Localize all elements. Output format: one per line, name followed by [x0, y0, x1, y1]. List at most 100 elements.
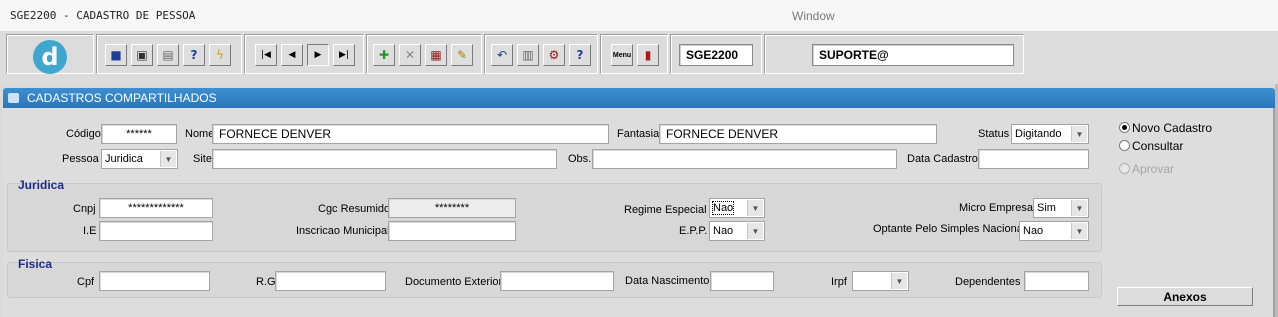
- last-record-icon[interactable]: ▶|: [333, 44, 355, 66]
- fisica-title: Fisica: [18, 257, 53, 271]
- cnpj-label: Cnpj: [73, 203, 96, 215]
- anexos-button[interactable]: Anexos: [1117, 287, 1253, 306]
- execute-query-icon[interactable]: ϟ: [209, 44, 231, 66]
- save-icon[interactable]: ■: [105, 44, 127, 66]
- aprovar-radio: [1119, 163, 1130, 174]
- tools-icon[interactable]: ⚙: [543, 44, 565, 66]
- chevron-down-icon[interactable]: ▼: [1071, 126, 1087, 142]
- user-field: SUPORTE@: [812, 44, 1014, 66]
- delete-record-icon[interactable]: ✕: [399, 44, 421, 66]
- module-code-field: SGE2200: [679, 44, 753, 66]
- toolbar-group-menu: Menu ▮: [600, 34, 668, 74]
- inscricao-municipal-label: Inscricao Municipal: [296, 225, 390, 237]
- rg-field[interactable]: [275, 271, 386, 291]
- novo-cadastro-label[interactable]: Novo Cadastro: [1132, 121, 1212, 135]
- data-cadastro-field[interactable]: [978, 149, 1089, 169]
- toolbar-logo-group: d: [6, 34, 94, 74]
- help-icon[interactable]: ?: [569, 44, 591, 66]
- novo-cadastro-radio[interactable]: [1119, 122, 1130, 133]
- chevron-down-icon[interactable]: ▼: [891, 273, 907, 289]
- regime-especial-label: Regime Especial: [624, 204, 707, 216]
- cnpj-field[interactable]: *************: [99, 198, 213, 218]
- status-label: Status: [978, 128, 1010, 140]
- list-values-icon[interactable]: ▥: [517, 44, 539, 66]
- chevron-down-icon[interactable]: ▼: [1071, 200, 1087, 216]
- toolbar-group-module: SGE2200: [670, 34, 762, 74]
- window-menu-label[interactable]: Window: [792, 9, 835, 23]
- data-nascimento-field[interactable]: [710, 271, 774, 291]
- pessoa-value: Juridica: [105, 153, 143, 165]
- documento-exterior-field[interactable]: [500, 271, 614, 291]
- chevron-down-icon[interactable]: ▼: [747, 200, 763, 216]
- micro-empresa-select[interactable]: Sim ▼: [1033, 198, 1089, 218]
- print-icon[interactable]: ▤: [157, 44, 179, 66]
- micro-empresa-label: Micro Empresa: [959, 202, 1033, 214]
- obs-label: Obs.: [568, 153, 592, 165]
- toolbar-group-user: SUPORTE@: [764, 34, 1024, 74]
- chevron-down-icon[interactable]: ▼: [160, 151, 176, 167]
- pessoa-label: Pessoa: [62, 153, 99, 165]
- epp-select[interactable]: Nao ▼: [709, 221, 765, 241]
- clear-form-icon[interactable]: ▦: [425, 44, 447, 66]
- juridica-title: Juridica: [18, 178, 65, 192]
- panel-title: CADASTROS COMPARTILHADOS: [27, 91, 217, 105]
- previous-record-icon[interactable]: ◀: [281, 44, 303, 66]
- ie-field[interactable]: [99, 221, 213, 241]
- consultar-radio[interactable]: [1119, 140, 1130, 151]
- epp-value: Nao: [713, 225, 734, 237]
- optante-simples-label: Optante Pelo Simples Nacional: [873, 223, 1026, 235]
- chevron-down-icon[interactable]: ▼: [1071, 223, 1087, 239]
- cgc-resumido-field: ********: [388, 198, 516, 218]
- nome-field[interactable]: FORNECE DENVER: [212, 124, 609, 144]
- undo-icon[interactable]: ↶: [491, 44, 513, 66]
- site-label: Site: [193, 153, 212, 165]
- menu-icon[interactable]: Menu: [611, 44, 633, 66]
- chevron-down-icon[interactable]: ▼: [747, 223, 763, 239]
- optante-simples-value: Nao: [1023, 225, 1044, 237]
- pessoa-select[interactable]: Juridica ▼: [101, 149, 178, 169]
- panel-collapse-icon[interactable]: [8, 93, 19, 103]
- title-bar: SGE2200 - CADASTRO DE PESSOA Window: [0, 0, 1278, 32]
- toolbar-group-tools: ↶ ▥ ⚙ ?: [484, 34, 598, 74]
- next-record-icon[interactable]: ▶: [307, 44, 329, 66]
- insert-record-icon[interactable]: ✚: [373, 44, 395, 66]
- codigo-field[interactable]: ******: [101, 124, 177, 144]
- cpf-label: Cpf: [77, 276, 95, 288]
- status-select[interactable]: Digitando ▼: [1011, 124, 1089, 144]
- first-record-icon[interactable]: |◀: [255, 44, 277, 66]
- data-nascimento-label: Data Nascimento: [625, 275, 710, 287]
- dependentes-label: Dependentes: [955, 276, 1021, 288]
- irpf-select[interactable]: ▼: [852, 271, 909, 291]
- aprovar-label: Aprovar: [1132, 162, 1175, 176]
- rg-label: R.G: [256, 276, 276, 288]
- regime-especial-select[interactable]: Nao ▼: [709, 198, 765, 218]
- query-help-icon[interactable]: ?: [183, 44, 205, 66]
- fantasia-label: Fantasia: [617, 128, 660, 140]
- fantasia-field[interactable]: FORNECE DENVER: [659, 124, 937, 144]
- documento-exterior-label: Documento Exterior: [405, 276, 503, 288]
- cpf-field[interactable]: [99, 271, 210, 291]
- irpf-label: Irpf: [831, 276, 847, 288]
- cgc-resumido-label: Cgc Resumido: [318, 203, 391, 215]
- toolbar-group-records: ✚ ✕ ▦ ✎: [366, 34, 482, 74]
- ie-label: I.E: [83, 225, 97, 237]
- data-cadastro-label: Data Cadastro: [907, 153, 978, 165]
- edit-icon[interactable]: ✎: [451, 44, 473, 66]
- status-value: Digitando: [1015, 128, 1062, 140]
- obs-field[interactable]: [592, 149, 897, 169]
- screen-icon[interactable]: ▣: [131, 44, 153, 66]
- dependentes-field[interactable]: [1024, 271, 1089, 291]
- site-field[interactable]: [212, 149, 557, 169]
- app-title: SGE2200 - CADASTRO DE PESSOA: [10, 9, 196, 22]
- toolbar: d ■ ▣ ▤ ? ϟ |◀ ◀ ▶ ▶| ✚ ✕ ▦ ✎ ↶ ▥ ⚙ ? Me…: [0, 32, 1278, 84]
- toolbar-group-navigation: |◀ ◀ ▶ ▶|: [244, 34, 364, 74]
- app-logo-icon: d: [33, 40, 67, 74]
- codigo-label: Código: [66, 128, 101, 140]
- panel-header: CADASTROS COMPARTILHADOS: [3, 88, 1275, 108]
- epp-label: E.P.P.: [679, 225, 708, 237]
- consultar-label[interactable]: Consultar: [1132, 139, 1183, 153]
- exit-icon[interactable]: ▮: [637, 44, 659, 66]
- nome-label: Nome: [185, 128, 215, 140]
- inscricao-municipal-field[interactable]: [388, 221, 516, 241]
- optante-simples-select[interactable]: Nao ▼: [1019, 221, 1089, 241]
